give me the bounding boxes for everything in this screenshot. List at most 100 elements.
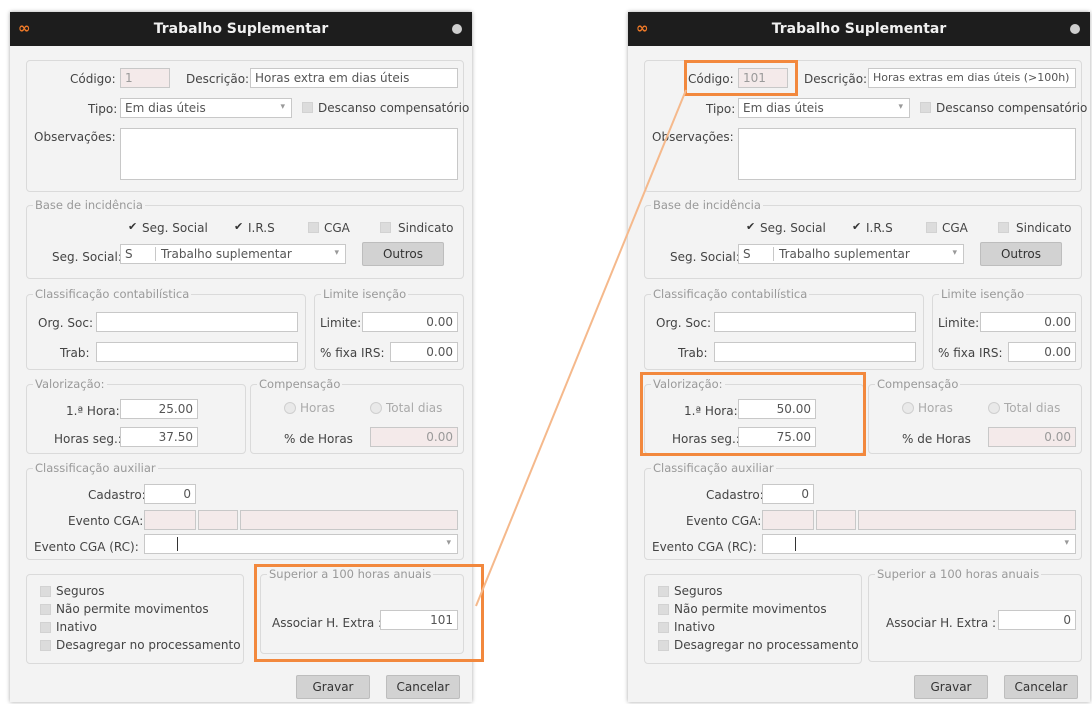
cancelar-button[interactable]: Cancelar bbox=[386, 675, 460, 699]
desagregar-checkbox[interactable] bbox=[658, 640, 669, 651]
total-dias-radio[interactable] bbox=[988, 402, 1000, 414]
evento-cga-field-3[interactable] bbox=[240, 510, 458, 530]
sindicato-checkbox[interactable] bbox=[998, 222, 1009, 233]
tipo-select[interactable]: Em dias úteis ▾ bbox=[738, 98, 910, 118]
evento-cga-rc-label: Evento CGA (RC): bbox=[652, 540, 757, 554]
horas-seg-field[interactable]: 37.50 bbox=[120, 427, 198, 447]
horas-seg-label: Horas seg.: bbox=[54, 432, 122, 446]
trab-field[interactable] bbox=[96, 342, 298, 362]
seg-social-label: Seg. Social: bbox=[670, 250, 740, 264]
outros-button[interactable]: Outros bbox=[980, 242, 1062, 266]
total-dias-radio[interactable] bbox=[370, 402, 382, 414]
evento-cga-rc-select[interactable]: ▾ bbox=[144, 534, 458, 554]
cadastro-field[interactable]: 0 bbox=[762, 484, 814, 504]
descricao-field[interactable]: Horas extras em dias úteis (>100h) bbox=[868, 68, 1076, 88]
evento-cga-field-2[interactable] bbox=[816, 510, 856, 530]
titlebar: ∞ Trabalho Suplementar bbox=[628, 12, 1090, 46]
base-incidencia-legend: Base de incidência bbox=[33, 198, 145, 212]
evento-cga-field-3[interactable] bbox=[858, 510, 1076, 530]
gravar-button[interactable]: Gravar bbox=[914, 675, 988, 699]
sindicato-checkbox-label: Sindicato bbox=[398, 221, 454, 235]
fixa-irs-field[interactable]: 0.00 bbox=[1008, 342, 1076, 362]
evento-cga-field-2[interactable] bbox=[198, 510, 238, 530]
seg-social-code: S bbox=[125, 247, 133, 261]
trab-label: Trab: bbox=[678, 346, 708, 360]
evento-cga-rc-label: Evento CGA (RC): bbox=[34, 540, 139, 554]
evento-cga-label: Evento CGA: bbox=[68, 514, 144, 528]
cancelar-button[interactable]: Cancelar bbox=[1004, 675, 1078, 699]
descanso-checkbox[interactable] bbox=[302, 102, 313, 113]
checkmark-icon[interactable]: ✔ bbox=[234, 220, 243, 233]
limite-isencao-legend: Limite isenção bbox=[321, 287, 409, 301]
inativo-checkbox[interactable] bbox=[40, 622, 51, 633]
checkmark-icon[interactable]: ✔ bbox=[746, 220, 755, 233]
tipo-value: Em dias úteis bbox=[743, 101, 824, 115]
dialog-title: Trabalho Suplementar bbox=[153, 21, 329, 37]
classif-contab-legend: Classificação contabilística bbox=[33, 287, 192, 301]
evento-cga-rc-select[interactable]: ▾ bbox=[762, 534, 1076, 554]
primeira-hora-field[interactable]: 25.00 bbox=[120, 399, 198, 419]
descricao-label: Descrição: bbox=[186, 72, 250, 86]
nao-permite-checkbox[interactable] bbox=[658, 604, 669, 615]
org-soc-field[interactable] bbox=[714, 312, 916, 332]
seg-social-select[interactable]: S Trabalho suplementar ▾ bbox=[738, 244, 964, 264]
checkmark-icon[interactable]: ✔ bbox=[128, 220, 137, 233]
codigo-field[interactable]: 1 bbox=[120, 68, 170, 88]
outros-button[interactable]: Outros bbox=[362, 242, 444, 266]
limite-field[interactable]: 0.00 bbox=[980, 312, 1076, 332]
evento-cga-label: Evento CGA: bbox=[686, 514, 762, 528]
highlight-valorizacao-right bbox=[640, 372, 866, 456]
seguros-checkbox[interactable] bbox=[40, 586, 51, 597]
highlight-codigo-right bbox=[684, 60, 798, 96]
gravar-button[interactable]: Gravar bbox=[296, 675, 370, 699]
cga-checkbox[interactable] bbox=[308, 222, 319, 233]
tipo-select[interactable]: Em dias úteis ▾ bbox=[120, 98, 292, 118]
associar-field[interactable]: 0 bbox=[998, 610, 1076, 630]
superior-100-legend: Superior a 100 horas anuais bbox=[875, 567, 1042, 581]
horas-radio-label: Horas bbox=[300, 401, 335, 415]
descricao-field[interactable]: Horas extra em dias úteis bbox=[250, 68, 458, 88]
cadastro-field[interactable]: 0 bbox=[144, 484, 196, 504]
pct-horas-label: % de Horas bbox=[902, 432, 971, 446]
base-incidencia-legend: Base de incidência bbox=[651, 198, 763, 212]
chevron-down-icon: ▾ bbox=[280, 102, 285, 112]
close-icon[interactable] bbox=[1070, 24, 1080, 34]
desagregar-checkbox[interactable] bbox=[40, 640, 51, 651]
close-icon[interactable] bbox=[452, 24, 462, 34]
observacoes-textarea[interactable] bbox=[120, 128, 458, 180]
horas-radio[interactable] bbox=[902, 402, 914, 414]
checkmark-icon[interactable]: ✔ bbox=[852, 220, 861, 233]
chevron-down-icon: ▾ bbox=[1064, 538, 1069, 548]
org-soc-field[interactable] bbox=[96, 312, 298, 332]
chevron-down-icon: ▾ bbox=[952, 248, 957, 258]
fixa-irs-field[interactable]: 0.00 bbox=[390, 342, 458, 362]
sindicato-checkbox[interactable] bbox=[380, 222, 391, 233]
observacoes-textarea[interactable] bbox=[738, 128, 1076, 180]
cga-checkbox[interactable] bbox=[926, 222, 937, 233]
seg-social-code: S bbox=[743, 247, 751, 261]
limite-field[interactable]: 0.00 bbox=[362, 312, 458, 332]
cadastro-label: Cadastro: bbox=[88, 488, 146, 502]
inativo-checkbox[interactable] bbox=[658, 622, 669, 633]
nao-permite-label: Não permite movimentos bbox=[56, 602, 209, 616]
evento-cga-field-1[interactable] bbox=[144, 510, 196, 530]
seg-social-checkbox-label: Seg. Social bbox=[142, 221, 208, 235]
seg-social-label: Seg. Social: bbox=[52, 250, 122, 264]
seguros-checkbox[interactable] bbox=[658, 586, 669, 597]
pct-horas-field[interactable]: 0.00 bbox=[988, 427, 1076, 447]
limite-label: Limite: bbox=[320, 316, 362, 330]
org-soc-label: Org. Soc: bbox=[38, 316, 94, 330]
tipo-value: Em dias úteis bbox=[125, 101, 206, 115]
descanso-label: Descanso compensatório bbox=[936, 101, 1088, 115]
primeira-hora-label: 1.ª Hora: bbox=[66, 404, 120, 418]
fixa-irs-label: % fixa IRS: bbox=[938, 346, 1003, 360]
seg-social-select[interactable]: S Trabalho suplementar ▾ bbox=[120, 244, 346, 264]
seg-social-desc: Trabalho suplementar bbox=[779, 247, 910, 261]
pct-horas-field[interactable]: 0.00 bbox=[370, 427, 458, 447]
tipo-label: Tipo: bbox=[88, 102, 118, 116]
descanso-checkbox[interactable] bbox=[920, 102, 931, 113]
trab-field[interactable] bbox=[714, 342, 916, 362]
evento-cga-field-1[interactable] bbox=[762, 510, 814, 530]
horas-radio[interactable] bbox=[284, 402, 296, 414]
nao-permite-checkbox[interactable] bbox=[40, 604, 51, 615]
